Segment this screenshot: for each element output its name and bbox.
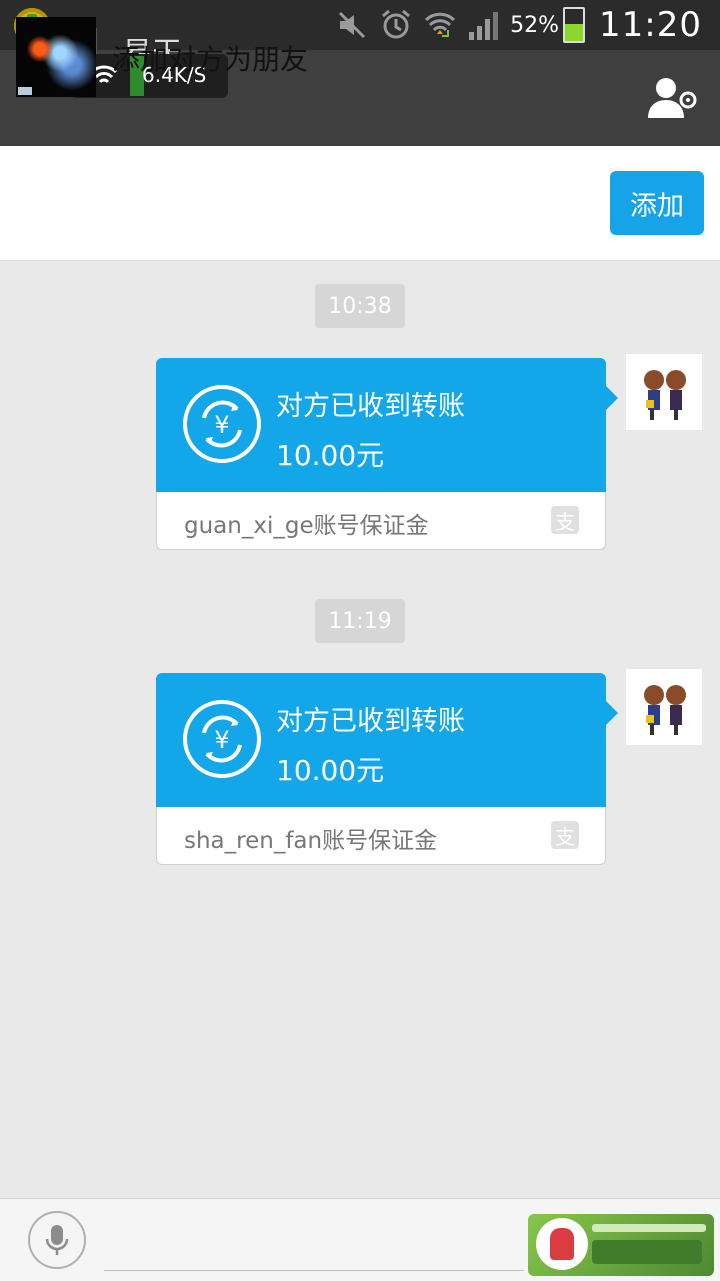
transfer-amount: 10.00元 — [276, 754, 385, 787]
message-timestamp: 10:38 — [315, 284, 405, 328]
avatar-image — [644, 685, 686, 735]
watermark-logo — [528, 1214, 714, 1276]
mute-icon — [330, 3, 374, 47]
transfer-status: 对方已收到转账 — [276, 391, 465, 422]
message-timestamp: 11:19 — [315, 599, 405, 643]
transfer-card[interactable]: ¥ 对方已收到转账 10.00元 sha_ren_fan账号保证金 支 — [156, 673, 618, 865]
my-avatar[interactable] — [626, 669, 702, 745]
add-friend-prompt: 添加对方为朋友 — [112, 43, 309, 76]
avatar-image — [644, 370, 686, 420]
transfer-note: guan_xi_ge账号保证金 — [184, 513, 429, 539]
transfer-note: sha_ren_fan账号保证金 — [184, 828, 438, 854]
voice-input-button[interactable] — [28, 1211, 86, 1269]
message-input[interactable] — [104, 1270, 524, 1271]
add-friend-button[interactable]: 添加 — [610, 171, 704, 235]
alipay-icon: 支 — [551, 506, 579, 534]
contact-avatar[interactable] — [16, 17, 96, 97]
svg-text:¥: ¥ — [214, 726, 229, 754]
battery-icon — [563, 7, 586, 43]
transfer-card[interactable]: ¥ 对方已收到转账 10.00元 guan_xi_ge账号保证金 支 — [156, 358, 618, 550]
transfer-amount: 10.00元 — [276, 439, 385, 472]
signal-icon — [462, 3, 506, 47]
transfer-card-header: ¥ 对方已收到转账 10.00元 — [156, 673, 618, 807]
microphone-icon — [45, 1225, 69, 1255]
battery-percent: 52% — [510, 12, 560, 38]
transfer-yuan-icon: ¥ — [183, 385, 261, 463]
chat-settings-button[interactable] — [646, 74, 698, 122]
transfer-card-footer: sha_ren_fan账号保证金 支 — [156, 807, 606, 865]
status-bar: 52% 11:20 — [0, 0, 720, 50]
person-settings-icon — [648, 78, 697, 118]
alipay-icon: 支 — [551, 821, 579, 849]
transfer-status: 对方已收到转账 — [276, 706, 465, 737]
my-avatar[interactable] — [626, 354, 702, 430]
status-icons: 52% 11:20 — [330, 0, 720, 50]
transfer-yuan-icon: ¥ — [183, 700, 261, 778]
svg-text:¥: ¥ — [214, 411, 229, 439]
transfer-card-footer: guan_xi_ge账号保证金 支 — [156, 492, 606, 550]
alarm-icon — [374, 3, 418, 47]
clock: 11:20 — [599, 5, 702, 45]
wifi-icon — [418, 3, 462, 47]
transfer-card-header: ¥ 对方已收到转账 10.00元 — [156, 358, 618, 492]
